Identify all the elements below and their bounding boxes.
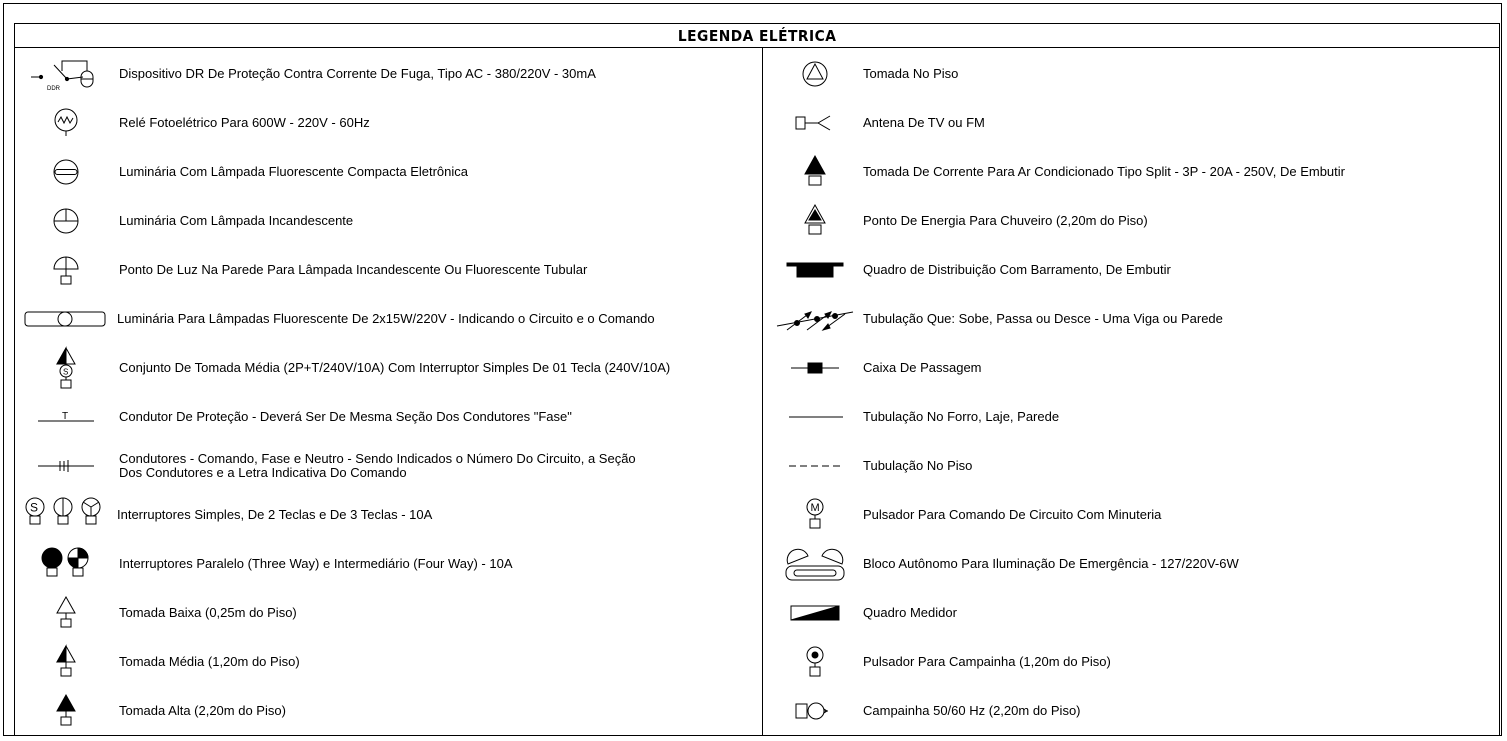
legend-label: Relé Fotoelétrico Para 600W - 220V - 60H… <box>119 115 370 130</box>
legend-label: Interruptores Paralelo (Three Way) e Int… <box>119 556 513 571</box>
legend-label: Dispositivo DR De Proteção Contra Corren… <box>119 66 596 81</box>
legend-label: Luminária Com Lâmpada Fluorescente Compa… <box>119 164 469 179</box>
legend-label: Antena De TV ou FM <box>863 115 985 130</box>
legend-item-ground: T Condutor De Proteção - Deverá Ser De M… <box>23 397 572 437</box>
legend-label: Condutor De Proteção - Deverá Ser De Mes… <box>119 409 572 424</box>
legend-item-three-four-way: Interruptores Paralelo (Three Way) e Int… <box>23 544 513 584</box>
three-four-way-switches-icon <box>23 544 109 584</box>
svg-text:S: S <box>30 501 38 515</box>
legend-title-bar: LEGENDA ELÉTRICA <box>15 24 1499 48</box>
legend-item-conductors: Condutores - Comando, Fase e Neutro - Se… <box>23 446 636 486</box>
legend-item-timer-button: M Pulsador Para Comando De Circuito Com … <box>777 495 1161 535</box>
legend-label: Tubulação Que: Sobe, Passa ou Desce - Um… <box>863 311 1223 326</box>
legend-item-high-outlet: Tomada Alta (2,20m do Piso) <box>23 691 286 731</box>
ddr-device-icon: DDR <box>23 57 109 92</box>
legend-table: LEGENDA ELÉTRICA DDR Dispositivo DR De P… <box>14 23 1500 736</box>
legend-label: Tomada Baixa (0,25m do Piso) <box>119 605 297 620</box>
ground-conductor-icon: T <box>23 407 109 427</box>
shower-outlet-icon <box>777 201 853 241</box>
fluorescent-luminaire-icon <box>23 155 109 189</box>
legend-label: Luminária Para Lâmpadas Fluorescente De … <box>117 311 655 326</box>
legend-label: Ponto De Energia Para Chuveiro (2,20m do… <box>863 213 1148 228</box>
legend-item-incandescent: Luminária Com Lâmpada Incandescente <box>23 201 353 241</box>
wall-light-point-icon <box>23 252 109 288</box>
emergency-light-icon <box>777 544 853 584</box>
legend-item-medium-outlet: Tomada Média (1,20m do Piso) <box>23 642 300 682</box>
svg-text:S: S <box>63 368 68 377</box>
legend-item-floor-outlet: Tomada No Piso <box>777 54 958 94</box>
legend-label: Caixa De Passagem <box>863 360 982 375</box>
legend-label: Tubulação No Piso <box>863 458 973 473</box>
column-divider <box>762 48 763 736</box>
floor-conduit-icon <box>777 456 853 476</box>
legend-label: Condutores - Comando, Fase e Neutro - Se… <box>119 451 636 480</box>
legend-item-shower: Ponto De Energia Para Chuveiro (2,20m do… <box>777 201 1148 241</box>
photoelectric-relay-icon <box>23 106 109 140</box>
low-outlet-icon <box>23 593 109 633</box>
doorbell-icon <box>777 699 853 723</box>
distribution-board-icon <box>777 260 853 280</box>
legend-item-low-outlet: Tomada Baixa (0,25m do Piso) <box>23 593 297 633</box>
ddr-tag: DDR <box>47 86 61 92</box>
legend-item-simple-switches: S Interruptores Simples, De 2 Teclas e D… <box>19 495 432 535</box>
legend-label: Quadro de Distribuição Com Barramento, D… <box>863 262 1171 277</box>
legend-item-distribution-board: Quadro de Distribuição Com Barramento, D… <box>777 250 1171 290</box>
split-ac-outlet-icon <box>777 152 853 192</box>
legend-label: Luminária Com Lâmpada Incandescente <box>119 213 354 228</box>
conductors-icon <box>23 456 109 476</box>
legend-title: LEGENDA ELÉTRICA <box>677 26 837 45</box>
legend-item-wall-light: Ponto De Luz Na Parede Para Lâmpada Inca… <box>23 250 587 290</box>
meter-board-icon <box>777 603 853 623</box>
simple-switches-icon: S <box>19 495 109 535</box>
doorbell-button-icon <box>777 642 853 682</box>
legend-frame: LEGENDA ELÉTRICA DDR Dispositivo DR De P… <box>3 3 1502 736</box>
legend-item-floor-conduit: Tubulação No Piso <box>777 446 972 486</box>
legend-item-outlet-switch: S Conjunto De Tomada Média (2P+T/240V/10… <box>23 346 671 390</box>
legend-item-split-ac: Tomada De Corrente Para Ar Condicionado … <box>777 152 1345 192</box>
legend-item-fluorescent: Luminária Com Lâmpada Fluorescente Compa… <box>23 152 468 192</box>
legend-label: Tomada No Piso <box>863 66 959 81</box>
legend-label: Quadro Medidor <box>863 605 957 620</box>
ground-tag: T <box>62 411 68 422</box>
floor-outlet-icon <box>777 57 853 91</box>
outlet-switch-set-icon: S <box>23 346 109 390</box>
legend-item-emergency-light: Bloco Autônomo Para Iluminação De Emergê… <box>777 544 1239 584</box>
legend-item-photo-relay: Relé Fotoelétrico Para 600W - 220V - 60H… <box>23 103 370 143</box>
legend-item-meter-board: Quadro Medidor <box>777 593 957 633</box>
legend-label: Tomada De Corrente Para Ar Condicionado … <box>863 164 1345 179</box>
legend-label: Interruptores Simples, De 2 Teclas e De … <box>117 507 433 522</box>
legend-label: Tomada Média (1,20m do Piso) <box>119 654 300 669</box>
legend-label: Ponto De Luz Na Parede Para Lâmpada Inca… <box>119 262 588 277</box>
legend-label: Pulsador Para Campainha (1,20m do Piso) <box>863 654 1111 669</box>
junction-box-icon <box>777 358 853 378</box>
timer-tag: M <box>811 502 820 514</box>
legend-label: Tomada Alta (2,20m do Piso) <box>119 703 286 718</box>
legend-item-ddr: DDR Dispositivo DR De Proteção Contra Co… <box>23 54 596 94</box>
high-outlet-icon <box>23 691 109 731</box>
legend-item-tube: Luminária Para Lâmpadas Fluorescente De … <box>21 299 655 339</box>
ceiling-conduit-icon <box>777 407 853 427</box>
incandescent-luminaire-icon <box>23 204 109 238</box>
legend-label: Tubulação No Forro, Laje, Parede <box>863 409 1060 424</box>
legend-label: Conjunto De Tomada Média (2P+T/240V/10A)… <box>119 360 671 375</box>
legend-item-conduit-crossing: Tubulação Que: Sobe, Passa ou Desce - Um… <box>776 299 1223 339</box>
timer-push-button-icon: M <box>777 495 853 535</box>
antenna-icon <box>777 113 853 133</box>
legend-label: Campainha 50/60 Hz (2,20m do Piso) <box>863 703 1081 718</box>
conduit-crossing-icon <box>776 304 854 334</box>
legend-item-ceiling-conduit: Tubulação No Forro, Laje, Parede <box>777 397 1059 437</box>
legend-item-doorbell: Campainha 50/60 Hz (2,20m do Piso) <box>777 691 1081 731</box>
tube-luminaire-icon <box>21 309 109 329</box>
legend-label: Bloco Autônomo Para Iluminação De Emergê… <box>863 556 1239 571</box>
legend-item-junction-box: Caixa De Passagem <box>777 348 982 388</box>
medium-outlet-icon <box>23 642 109 682</box>
legend-item-antenna: Antena De TV ou FM <box>777 103 985 143</box>
legend-item-doorbell-button: Pulsador Para Campainha (1,20m do Piso) <box>777 642 1111 682</box>
legend-label: Pulsador Para Comando De Circuito Com Mi… <box>863 507 1162 522</box>
